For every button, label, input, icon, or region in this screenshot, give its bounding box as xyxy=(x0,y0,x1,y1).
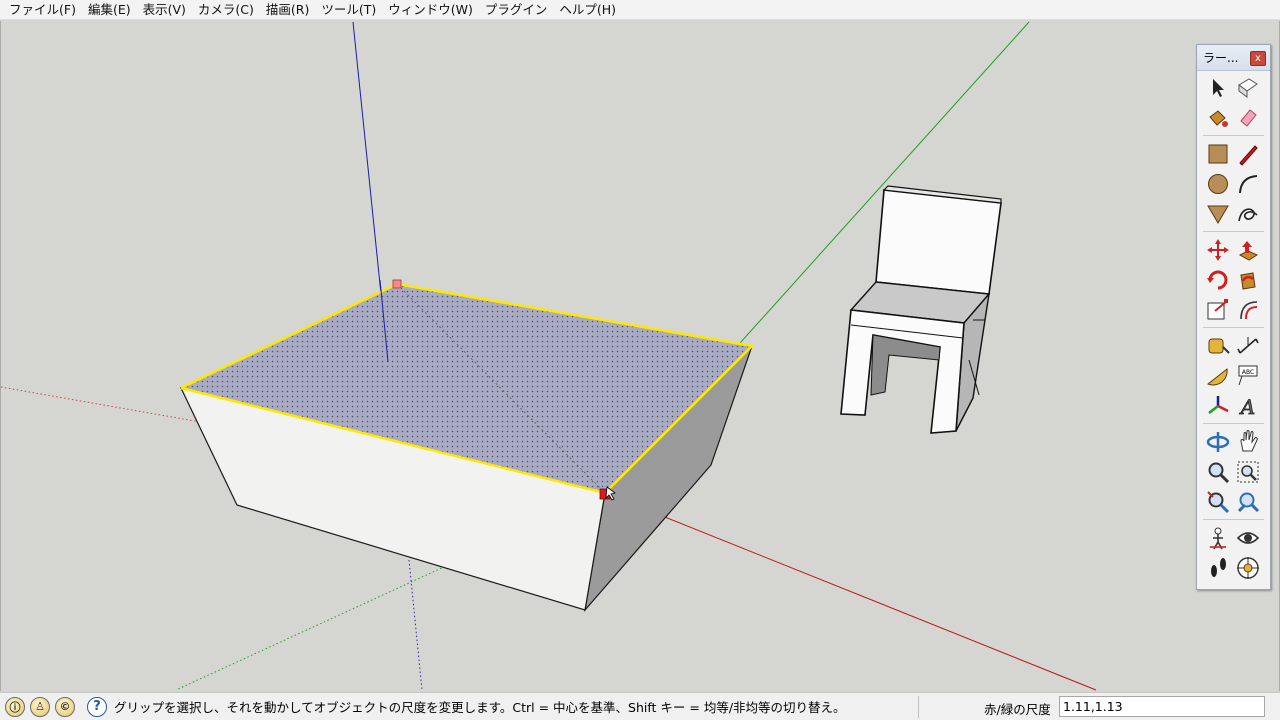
person-icon[interactable]: ♙ xyxy=(30,696,50,717)
panel-title-bar[interactable]: ラー... x xyxy=(1197,45,1270,71)
close-icon[interactable]: x xyxy=(1250,51,1266,66)
axes-icon[interactable] xyxy=(1205,393,1231,419)
arc-icon[interactable] xyxy=(1235,171,1261,197)
tool-separator xyxy=(1203,135,1264,136)
zoom-extents-icon[interactable] xyxy=(1205,489,1231,515)
red-axis xyxy=(604,492,1097,691)
rotate-icon[interactable] xyxy=(1205,267,1231,293)
credits-icon[interactable]: © xyxy=(55,696,75,717)
tool-separator xyxy=(1203,519,1264,520)
info-icon[interactable]: ⓘ xyxy=(5,696,25,717)
zoom-icon[interactable] xyxy=(1205,459,1231,485)
drawing-viewport[interactable] xyxy=(0,21,1280,691)
position-camera-icon[interactable] xyxy=(1205,525,1231,551)
menu-tools[interactable]: ツール(T) xyxy=(315,0,382,20)
status-message: グリップを選択し、それを動かしてオブジェクトの尺度を変更します。Ctrl = 中… xyxy=(114,700,846,715)
section-plane-icon[interactable] xyxy=(1235,555,1261,581)
circle-icon[interactable] xyxy=(1205,171,1231,197)
freehand-icon[interactable] xyxy=(1235,201,1261,227)
model-scene xyxy=(1,21,1097,691)
follow-me-icon[interactable] xyxy=(1235,267,1261,293)
help-icon[interactable]: ? xyxy=(87,696,107,717)
panel-title: ラー... xyxy=(1203,51,1239,65)
text-icon[interactable]: ABC xyxy=(1235,363,1261,389)
scale-grip-back xyxy=(392,279,402,289)
paint-bucket-icon[interactable] xyxy=(1205,105,1231,131)
eraser-icon[interactable] xyxy=(1235,105,1261,131)
large-tool-set-panel: ラー... x ABC A xyxy=(1196,44,1271,590)
menu-camera[interactable]: カメラ(C) xyxy=(192,0,260,20)
select-icon[interactable] xyxy=(1205,75,1231,101)
3d-text-icon[interactable]: A xyxy=(1235,393,1261,419)
move-icon[interactable] xyxy=(1205,237,1231,263)
offset-icon[interactable] xyxy=(1235,297,1261,323)
menu-help[interactable]: ヘルプ(H) xyxy=(553,0,622,20)
tool-separator xyxy=(1203,327,1264,328)
tool-separator xyxy=(1203,231,1264,232)
menu-plugins[interactable]: プラグイン xyxy=(479,0,554,20)
previous-view-icon[interactable] xyxy=(1235,489,1261,515)
rectangle-icon[interactable] xyxy=(1205,141,1231,167)
menu-bar: ファイル(F) 編集(E) 表示(V) カメラ(C) 描画(R) ツール(T) … xyxy=(0,0,1280,20)
dimension-icon[interactable] xyxy=(1235,333,1261,359)
chair-model xyxy=(840,185,1002,434)
measurements-label: 赤/緑の尺度 xyxy=(984,702,1051,717)
menu-view[interactable]: 表示(V) xyxy=(137,0,192,20)
polygon-icon[interactable] xyxy=(1205,201,1231,227)
measurements-input[interactable] xyxy=(1059,696,1265,717)
component-icon[interactable] xyxy=(1235,75,1261,101)
pan-icon[interactable] xyxy=(1235,429,1261,455)
walk-icon[interactable] xyxy=(1205,555,1231,581)
menu-file[interactable]: ファイル(F) xyxy=(3,0,82,20)
protractor-icon[interactable] xyxy=(1205,363,1231,389)
orbit-icon[interactable] xyxy=(1205,429,1231,455)
svg-text:A: A xyxy=(1239,395,1255,419)
svg-text:ABC: ABC xyxy=(1242,369,1254,376)
menu-edit[interactable]: 編集(E) xyxy=(82,0,137,20)
menu-draw[interactable]: 描画(R) xyxy=(260,0,315,20)
status-divider xyxy=(918,696,919,718)
menu-window[interactable]: ウィンドウ(W) xyxy=(382,0,479,20)
tape-measure-icon[interactable] xyxy=(1205,333,1231,359)
push-pull-icon[interactable] xyxy=(1235,237,1261,263)
scale-icon[interactable] xyxy=(1205,297,1231,323)
zoom-window-icon[interactable] xyxy=(1235,459,1261,485)
tool-separator xyxy=(1203,423,1264,424)
pencil-line-icon[interactable] xyxy=(1235,141,1261,167)
look-around-icon[interactable] xyxy=(1235,525,1261,551)
status-bar: ⓘ ♙ © ? グリップを選択し、それを動かしてオブジェクトの尺度を変更します。… xyxy=(0,692,1280,720)
